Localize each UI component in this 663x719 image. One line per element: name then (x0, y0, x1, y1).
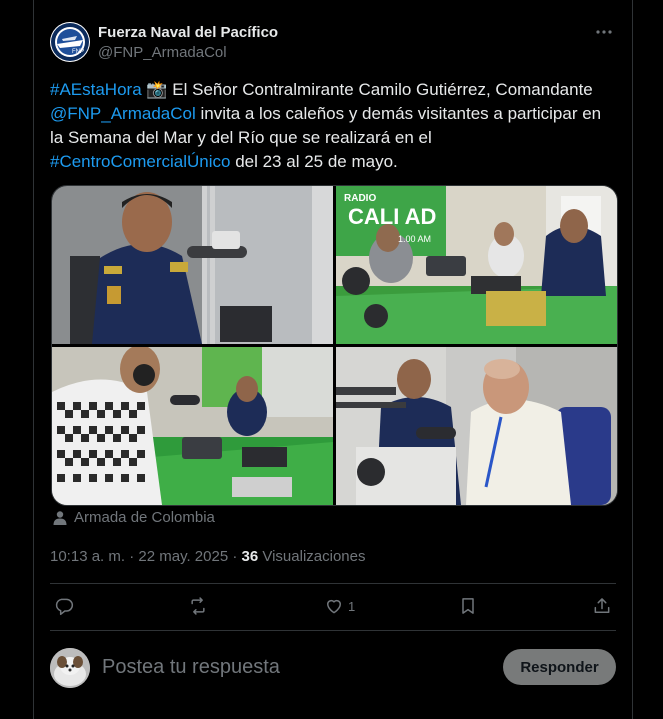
like-button[interactable]: 1 (324, 596, 355, 616)
bookmark-button[interactable] (458, 596, 478, 616)
heart-icon (327, 599, 341, 614)
action-bar: 1 (50, 596, 616, 620)
cali-sign-text: CALI AD (348, 204, 436, 229)
divider-bottom (50, 630, 616, 631)
reply-input[interactable]: Postea tu respuesta (102, 656, 280, 679)
divider-top (50, 583, 616, 584)
share-button[interactable] (592, 596, 612, 616)
photo-4[interactable] (336, 347, 617, 505)
reply-icon (55, 598, 74, 616)
photo-1[interactable] (52, 186, 333, 344)
views-count: 36 (241, 548, 259, 565)
svg-text:FNP: FNP (72, 49, 84, 55)
photo-3[interactable] (52, 347, 333, 505)
person-icon (53, 510, 67, 525)
user-avatar[interactable] (50, 648, 90, 688)
author-avatar[interactable]: FNP (50, 22, 90, 62)
media-grid: RADIO CALI AD 1.00 AM (51, 185, 618, 506)
tagged-user-name: Armada de Colombia (74, 509, 215, 526)
hashtag-centro-comercial[interactable]: #CentroComercialÚnico (50, 152, 230, 171)
like-count: 1 (348, 598, 356, 614)
frequency-label: 1.00 AM (398, 234, 431, 244)
tweet-meta: 10:13 a. m. · 22 may. 2025 · 36 Visualiz… (50, 548, 366, 565)
author-handle[interactable]: @FNP_ArmadaCol (98, 44, 227, 61)
tweet-time[interactable]: 10:13 a. m. (50, 548, 125, 565)
more-options-icon[interactable] (594, 22, 614, 42)
tagged-user[interactable]: Armada de Colombia (52, 509, 215, 526)
tweet-date[interactable]: 22 may. 2025 (138, 548, 228, 565)
tweet-text-part3: del 23 al 25 de mayo. (230, 152, 398, 171)
share-icon (594, 598, 610, 613)
views-label: Visualizaciones (258, 548, 366, 565)
author-name[interactable]: Fuerza Naval del Pacífico (98, 24, 278, 41)
hashtag-aestahora[interactable]: #AEstaHora (50, 80, 142, 99)
reply-submit-button[interactable]: Responder (503, 649, 616, 685)
tweet-text-part1: El Señor Contralmirante Camilo Gutiérrez… (167, 80, 593, 99)
meta-separator: · (125, 548, 139, 565)
mention-fnp[interactable]: @FNP_ArmadaCol (50, 104, 196, 123)
camera-flash-emoji: 📸 (146, 80, 168, 99)
repost-icon (191, 597, 205, 615)
bookmark-icon (462, 598, 474, 614)
repost-button[interactable] (188, 596, 208, 616)
timeline-column: FNP Fuerza Naval del Pacífico @FNP_Armad… (33, 0, 633, 719)
reply-button[interactable] (54, 596, 74, 616)
meta-separator-2: · (228, 548, 242, 565)
photo-2[interactable]: RADIO CALI AD 1.00 AM (336, 186, 617, 344)
tweet-text: #AEstaHora 📸 El Señor Contralmirante Cam… (50, 78, 616, 174)
radio-sign-label: RADIO (344, 193, 376, 204)
reply-composer: Postea tu respuesta Responder (50, 646, 616, 690)
